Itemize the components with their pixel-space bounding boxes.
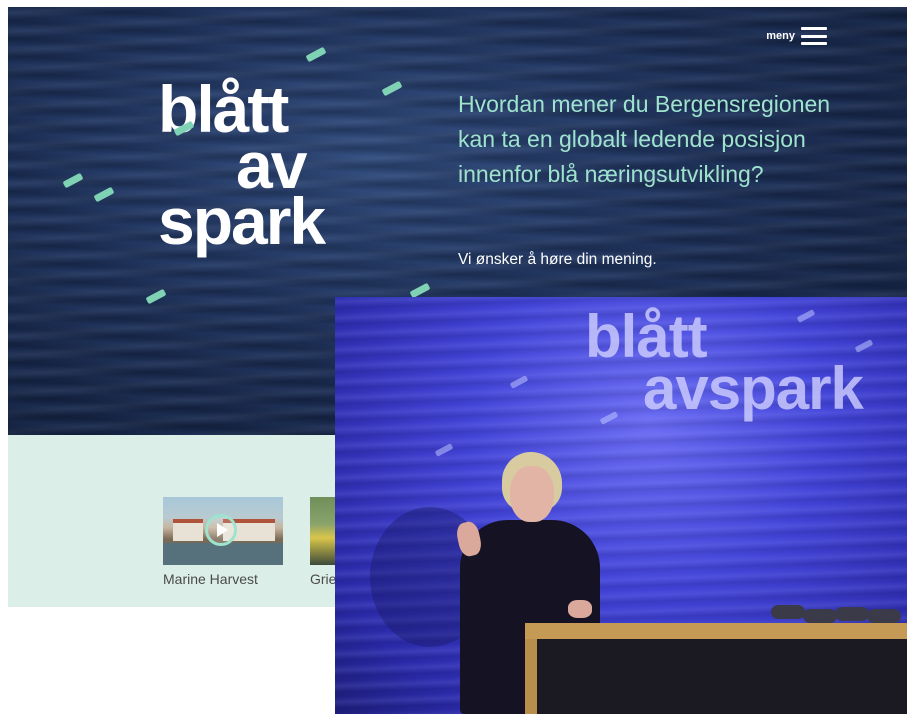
microphone — [867, 609, 901, 623]
site-logo[interactable]: blått av spark — [158, 76, 358, 258]
microphone — [771, 605, 805, 619]
stage-logo: blått avspark — [585, 307, 864, 422]
lectern — [525, 623, 907, 714]
hero-headline: Hvordan mener du Bergensregionen kan ta … — [458, 91, 831, 187]
microphone — [803, 609, 837, 623]
event-photo: blått avspark — [335, 297, 907, 714]
decorative-dash — [305, 46, 327, 63]
menu-label: meny — [766, 30, 795, 42]
menu-button[interactable]: meny — [766, 27, 827, 45]
video-card-marine-harvest[interactable]: Marine Harvest — [163, 497, 283, 587]
decorative-dash — [93, 186, 115, 203]
stage-logo-line-2: avspark — [643, 355, 864, 422]
microphone — [835, 607, 869, 621]
hamburger-icon — [801, 27, 827, 45]
video-card-label: Marine Harvest — [163, 571, 258, 587]
decorative-dash — [409, 282, 431, 299]
hero-subline: Vi ønsker å høre din mening. — [458, 251, 657, 268]
video-thumbnail[interactable] — [163, 497, 283, 565]
play-icon[interactable] — [205, 514, 237, 546]
decorative-dash — [62, 172, 84, 189]
decorative-dash — [381, 80, 403, 97]
stage-dash — [509, 375, 529, 389]
decorative-dash — [145, 288, 167, 305]
logo-line-3: spark — [158, 184, 326, 258]
